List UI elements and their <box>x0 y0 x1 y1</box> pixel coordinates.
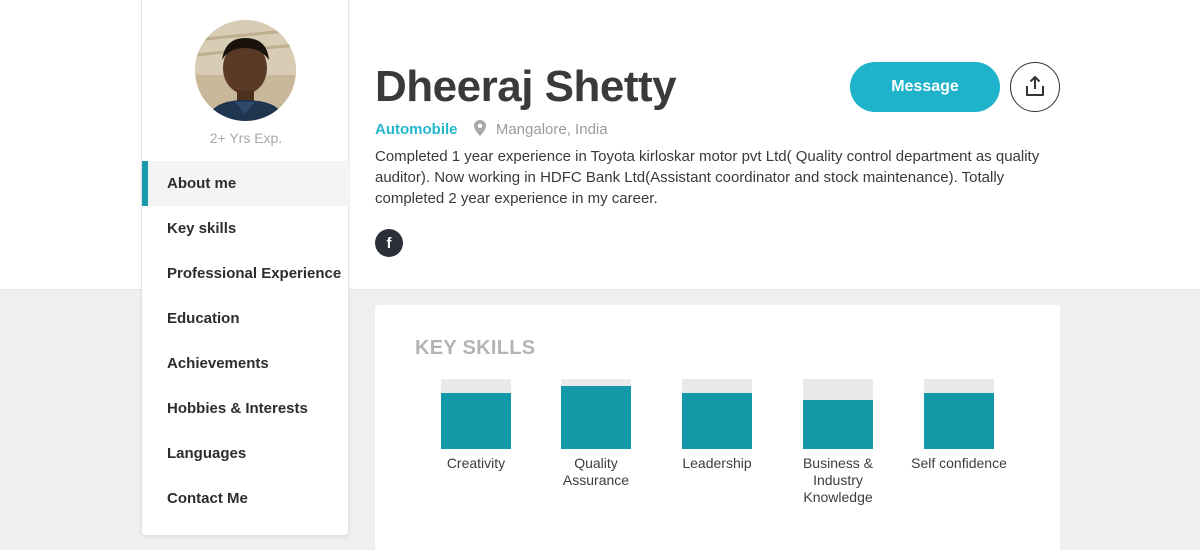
skill-bar-fill <box>561 386 631 449</box>
key-skills-card: KEY SKILLS Creativity Quality Assurance … <box>375 305 1060 550</box>
profile-sidebar: 2+ Yrs Exp. About me Key skills Professi… <box>141 0 350 536</box>
sidebar-item-professional-experience[interactable]: Professional Experience <box>142 251 350 296</box>
message-button[interactable]: Message <box>850 62 1000 112</box>
sidebar-item-education[interactable]: Education <box>142 296 350 341</box>
skill-bar <box>561 379 631 449</box>
skill-label: Quality Assurance <box>562 455 630 488</box>
skill-label: Self confidence <box>911 455 1007 471</box>
location-text: Mangalore, India <box>495 121 608 138</box>
share-button[interactable] <box>1010 62 1060 112</box>
skill-creativity: Creativity <box>416 379 536 472</box>
skill-self-confidence: Self confidence <box>899 379 1019 472</box>
skill-bar <box>924 379 994 449</box>
skill-bar-fill <box>924 393 994 449</box>
profile-name: Dheeraj Shetty <box>375 62 677 111</box>
skill-label: Leadership <box>682 455 752 471</box>
skill-bar-fill <box>682 393 752 449</box>
sidebar-item-languages[interactable]: Languages <box>142 431 350 476</box>
sidebar-item-key-skills[interactable]: Key skills <box>142 206 350 251</box>
sidebar-item-contact-me[interactable]: Contact Me <box>142 476 350 521</box>
location-pin-icon <box>473 120 486 140</box>
industry-link[interactable]: Automobile <box>375 121 458 138</box>
profile-meta: Automobile Mangalore, India <box>375 120 608 140</box>
skill-bar-fill <box>441 393 511 449</box>
profile-bio: Completed 1 year experience in Toyota ki… <box>375 148 1040 207</box>
sidebar-nav: About me Key skills Professional Experie… <box>142 161 350 521</box>
skill-bar-fill <box>803 400 873 449</box>
sidebar-item-about-me[interactable]: About me <box>142 161 350 206</box>
key-skills-title: KEY SKILLS <box>415 337 536 359</box>
skill-quality-assurance: Quality Assurance <box>536 379 656 489</box>
skill-leadership: Leadership <box>657 379 777 472</box>
share-upload-icon <box>1025 75 1045 100</box>
avatar <box>195 20 296 121</box>
skill-business-industry-knowledge: Business & Industry Knowledge <box>778 379 898 506</box>
skill-bar <box>682 379 752 449</box>
facebook-icon[interactable]: f <box>375 229 403 257</box>
sidebar-item-hobbies-interests[interactable]: Hobbies & Interests <box>142 386 350 431</box>
skill-bar <box>803 379 873 449</box>
skill-bar <box>441 379 511 449</box>
skill-label: Business & Industry Knowledge <box>802 455 874 505</box>
sidebar-item-achievements[interactable]: Achievements <box>142 341 350 386</box>
skill-label: Creativity <box>446 455 506 471</box>
experience-label: 2+ Yrs Exp. <box>209 130 283 146</box>
